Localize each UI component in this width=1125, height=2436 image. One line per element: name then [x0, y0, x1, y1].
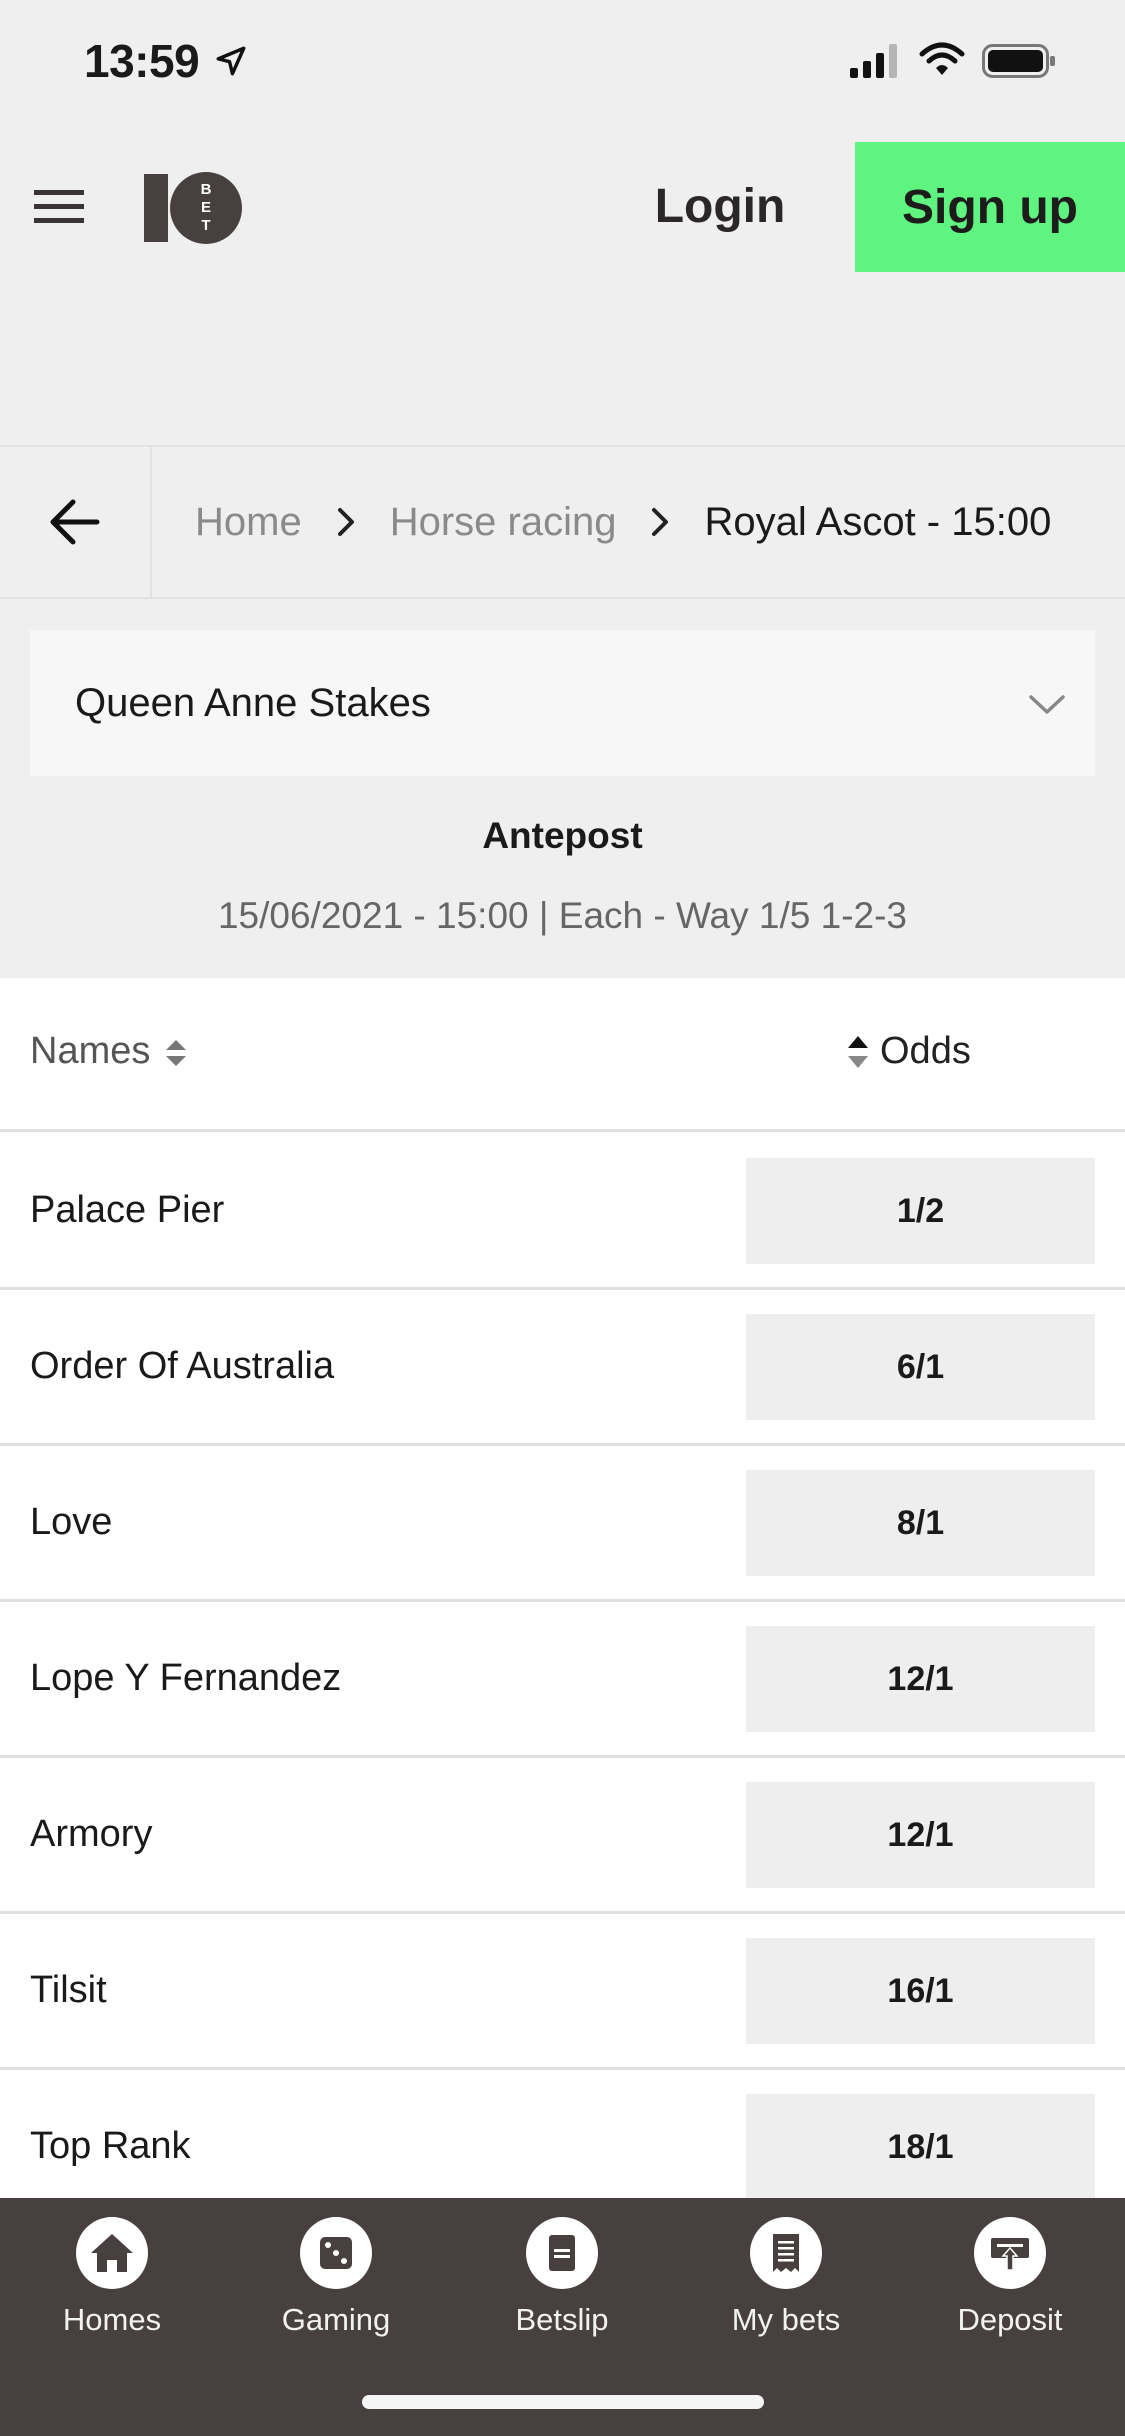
home-icon	[76, 2217, 148, 2289]
sort-icon	[848, 1035, 868, 1068]
column-header-names: Names	[30, 1030, 151, 1072]
nav-label: Homes	[62, 2302, 162, 2337]
status-bar: 13:59	[0, 0, 1125, 130]
nav-item-deposit[interactable]: Deposit	[900, 2216, 1120, 2346]
nav-label: Deposit	[957, 2302, 1063, 2337]
breadcrumb: Home Horse racing Royal Ascot - 15:00	[0, 445, 1125, 599]
nav-item-my-bets[interactable]: My bets	[676, 2216, 896, 2346]
chevron-right-icon	[337, 508, 354, 536]
battery-icon	[982, 44, 1055, 78]
sort-by-names[interactable]: Names	[30, 1030, 188, 1073]
runner-name: Top Rank	[30, 2125, 191, 2167]
breadcrumb-item-home[interactable]: Home	[195, 500, 302, 545]
hamburger-menu-icon[interactable]	[34, 186, 86, 226]
nav-item-gaming[interactable]: Gaming	[226, 2216, 446, 2346]
back-button[interactable]	[0, 447, 152, 597]
event-dropdown[interactable]: Queen Anne Stakes	[30, 630, 1095, 776]
signup-button[interactable]: Sign up	[855, 142, 1125, 272]
table-row: Palace Pier 1/2	[0, 1134, 1125, 1290]
odds-button[interactable]: 12/1	[746, 1626, 1095, 1732]
odds-button[interactable]: 12/1	[746, 1782, 1095, 1888]
market-title: Antepost	[482, 815, 643, 856]
nav-label: My bets	[731, 2302, 841, 2337]
top-header: B E T Login Sign up	[0, 138, 1125, 274]
status-time: 13:59	[84, 35, 200, 87]
odds-button[interactable]: 8/1	[746, 1470, 1095, 1576]
odds-button[interactable]: 16/1	[746, 1938, 1095, 2044]
arrow-left-icon	[50, 499, 100, 545]
table-header: Names Odds	[0, 978, 1125, 1132]
runner-name: Love	[30, 1501, 113, 1543]
sort-icon	[166, 1039, 187, 1066]
login-button[interactable]: Login	[640, 166, 800, 246]
nav-item-homes[interactable]: Homes	[2, 2216, 222, 2346]
dice-icon	[300, 2217, 372, 2289]
breadcrumb-item-current: Royal Ascot - 15:00	[704, 499, 1052, 544]
chevron-down-icon	[1029, 695, 1065, 714]
wifi-icon	[919, 42, 965, 75]
home-indicator[interactable]	[362, 2395, 764, 2409]
runner-name: Lope Y Fernandez	[30, 1657, 342, 1699]
breadcrumb-item-horse-racing[interactable]: Horse racing	[390, 500, 617, 545]
cellular-signal-icon	[850, 44, 897, 78]
breadcrumb-trail: Home Horse racing Royal Ascot - 15:00	[195, 447, 1051, 597]
betslip-icon	[526, 2217, 598, 2289]
table-row: Lope Y Fernandez 12/1	[0, 1602, 1125, 1758]
nav-label: Gaming	[281, 2302, 391, 2337]
sort-by-odds[interactable]: Odds	[846, 1030, 971, 1073]
runner-name: Armory	[30, 1813, 153, 1855]
odds-button[interactable]: 18/1	[746, 2094, 1095, 2198]
nav-item-betslip[interactable]: Betslip	[452, 2216, 672, 2346]
column-header-odds: Odds	[880, 1030, 971, 1072]
brand-logo[interactable]: B E T	[144, 172, 244, 244]
receipt-icon	[750, 2217, 822, 2289]
event-dropdown-value: Queen Anne Stakes	[75, 680, 431, 725]
runner-name: Tilsit	[30, 1969, 107, 2011]
runner-name: Palace Pier	[30, 1189, 225, 1231]
svg-text:T: T	[201, 217, 210, 234]
odds-button[interactable]: 6/1	[746, 1314, 1095, 1420]
svg-text:E: E	[201, 199, 211, 216]
location-arrow-icon	[216, 46, 246, 76]
table-row: Top Rank 18/1	[0, 2070, 1125, 2198]
deposit-icon	[974, 2217, 1046, 2289]
market-subtitle: 15/06/2021 - 15:00 | Each - Way 1/5 1-2-…	[217, 895, 908, 936]
table-row: Armory 12/1	[0, 1758, 1125, 1914]
table-row: Love 8/1	[0, 1446, 1125, 1602]
table-row: Tilsit 16/1	[0, 1914, 1125, 2070]
table-row: Order Of Australia 6/1	[0, 1290, 1125, 1446]
svg-text:B: B	[201, 181, 212, 198]
odds-button[interactable]: 1/2	[746, 1158, 1095, 1264]
nav-label: Betslip	[515, 2302, 609, 2337]
runner-name: Order Of Australia	[30, 1345, 335, 1387]
runners-table: Names Odds Palace Pier 1/2 Order Of Aust…	[0, 978, 1125, 2198]
chevron-right-icon	[652, 508, 669, 536]
